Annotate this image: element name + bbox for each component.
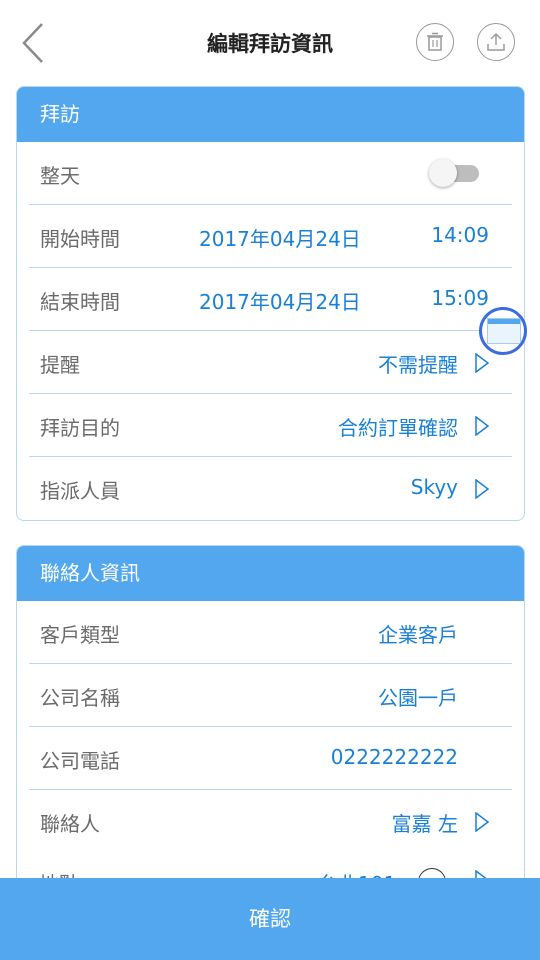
purpose-row[interactable]: 拜訪目的 合約訂單確認 bbox=[29, 394, 512, 457]
customer-type-label: 客戶類型 bbox=[40, 623, 120, 647]
contact-person-row[interactable]: 聯絡人 富嘉 左 bbox=[29, 790, 512, 853]
company-phone-row: 公司電話 0222222222 bbox=[29, 727, 512, 790]
assignee-label: 指派人員 bbox=[40, 479, 120, 503]
page-title: 編輯拜訪資訊 bbox=[207, 32, 333, 56]
all-day-label: 整天 bbox=[40, 164, 80, 188]
assignee-value[interactable]: Skyy bbox=[411, 475, 458, 499]
app-header: 編輯拜訪資訊 bbox=[0, 0, 540, 86]
visit-card: 拜訪 整天 開始時間 2017年04月24日 14:09 結束時間 2017年0… bbox=[16, 86, 525, 521]
company-phone-label: 公司電話 bbox=[40, 749, 120, 773]
company-phone-value: 0222222222 bbox=[330, 745, 458, 769]
upload-icon bbox=[487, 32, 505, 51]
company-name-label: 公司名稱 bbox=[40, 686, 120, 710]
contact-section-header: 聯絡人資訊 bbox=[17, 546, 524, 601]
start-time-label: 開始時間 bbox=[40, 227, 120, 251]
share-button[interactable] bbox=[477, 23, 515, 61]
chevron-right-icon[interactable] bbox=[475, 479, 489, 499]
reminder-row[interactable]: 提醒 不需提醒 bbox=[29, 331, 512, 394]
toggle-knob bbox=[429, 159, 457, 187]
end-time-row[interactable]: 結束時間 2017年04月24日 15:09 bbox=[29, 268, 512, 331]
reminder-value[interactable]: 不需提醒 bbox=[378, 349, 458, 378]
start-date-value[interactable]: 2017年04月24日 bbox=[199, 223, 361, 252]
visit-section-header: 拜訪 bbox=[17, 87, 524, 142]
customer-type-value: 企業客戶 bbox=[378, 623, 458, 647]
chevron-right-icon[interactable] bbox=[475, 416, 489, 436]
company-name-row: 公司名稱 公園一戶 bbox=[29, 664, 512, 727]
chevron-right-icon[interactable] bbox=[475, 812, 489, 832]
thumbnail-preview bbox=[487, 318, 521, 344]
chevron-right-icon[interactable] bbox=[475, 353, 489, 373]
customer-type-row: 客戶類型 企業客戶 bbox=[29, 601, 512, 664]
purpose-value[interactable]: 合約訂單確認 bbox=[338, 412, 458, 441]
all-day-toggle[interactable] bbox=[429, 159, 481, 187]
end-time-label: 結束時間 bbox=[40, 290, 120, 314]
start-time-row[interactable]: 開始時間 2017年04月24日 14:09 bbox=[29, 205, 512, 268]
end-date-value[interactable]: 2017年04月24日 bbox=[199, 286, 361, 315]
delete-button[interactable] bbox=[416, 23, 454, 61]
all-day-row: 整天 bbox=[29, 142, 512, 205]
end-time-value[interactable]: 15:09 bbox=[431, 286, 489, 310]
contact-person-value[interactable]: 富嘉 左 bbox=[392, 808, 458, 837]
reminder-label: 提醒 bbox=[40, 353, 80, 377]
company-name-value: 公園一戶 bbox=[378, 686, 458, 710]
assignee-row[interactable]: 指派人員 Skyy bbox=[29, 457, 512, 520]
start-time-value[interactable]: 14:09 bbox=[431, 223, 489, 247]
confirm-button[interactable]: 確認 bbox=[0, 878, 540, 960]
purpose-label: 拜訪目的 bbox=[40, 416, 120, 440]
contact-person-label: 聯絡人 bbox=[40, 812, 100, 836]
floating-screenshot-bubble[interactable] bbox=[479, 307, 527, 355]
trash-icon bbox=[427, 32, 443, 51]
